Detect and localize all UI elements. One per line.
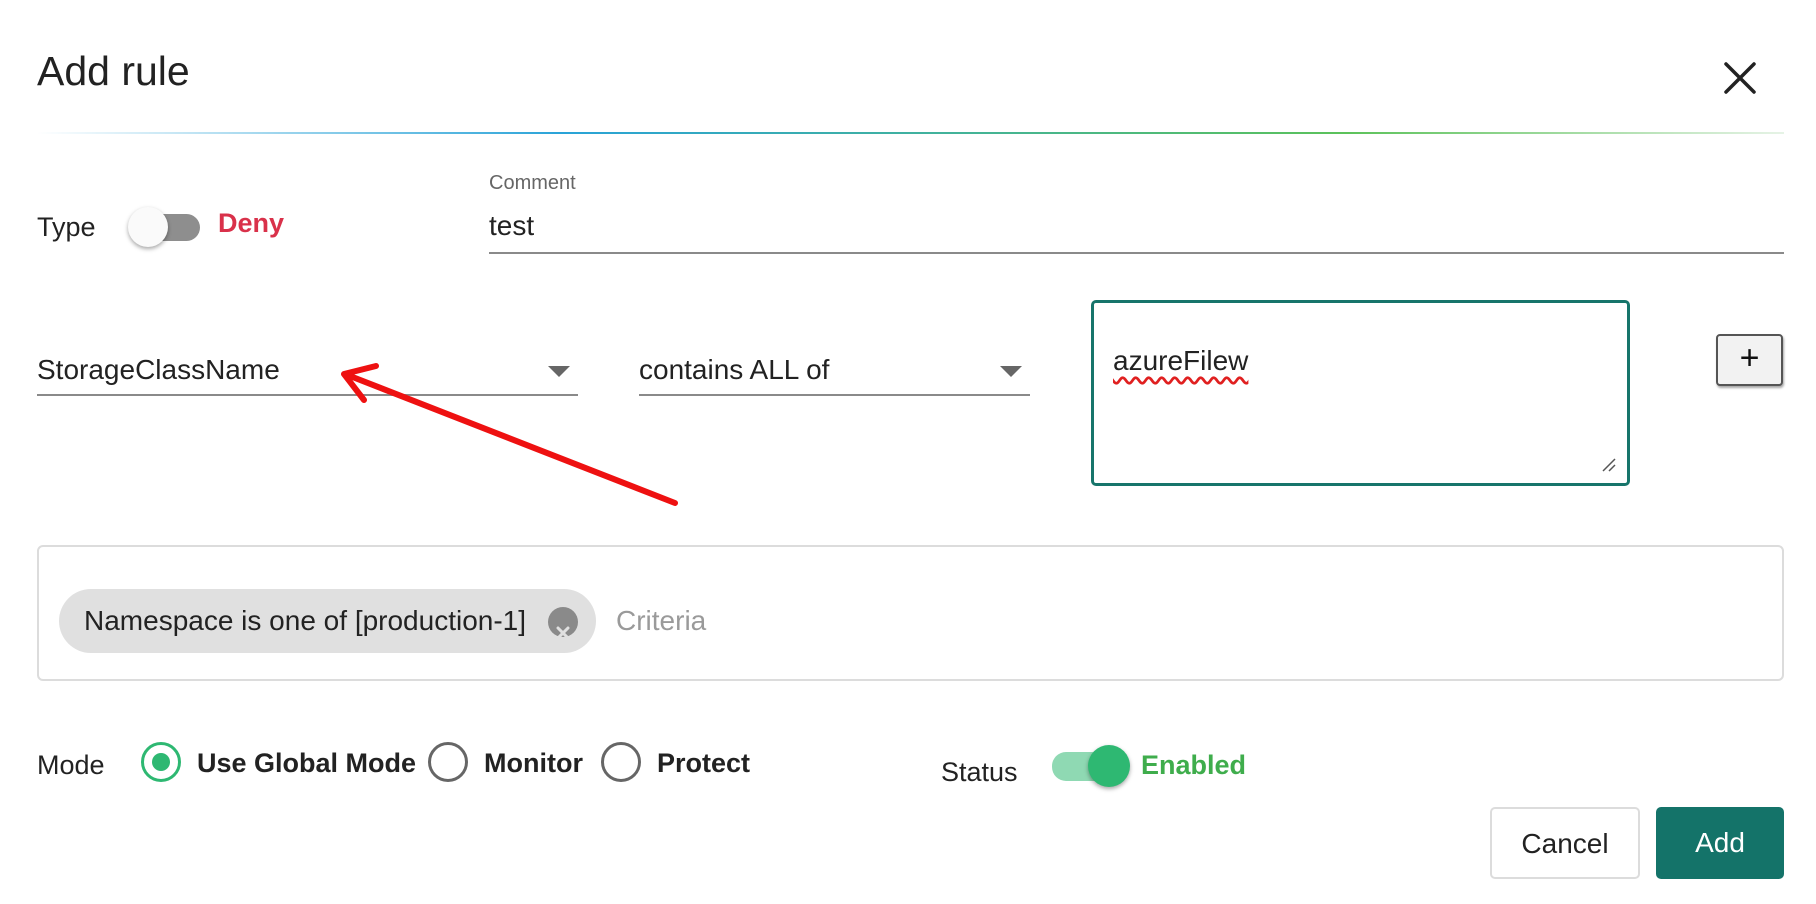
radio-protect[interactable] bbox=[601, 742, 641, 782]
add-rule-dialog: Add rule Type Deny Comment StorageClassN… bbox=[0, 0, 1816, 904]
value-textarea[interactable]: azureFilew bbox=[1091, 300, 1630, 486]
mode-label: Mode bbox=[37, 750, 105, 780]
type-toggle[interactable] bbox=[128, 205, 204, 249]
radio-label-protect[interactable]: Protect bbox=[657, 748, 750, 779]
type-label: Type bbox=[37, 212, 96, 242]
close-icon[interactable] bbox=[1718, 56, 1762, 100]
comment-label: Comment bbox=[489, 172, 576, 194]
criteria-input[interactable] bbox=[614, 595, 1418, 647]
add-criteria-row-button[interactable]: + bbox=[1716, 334, 1783, 386]
radio-selected-dot bbox=[152, 753, 170, 771]
operator-select[interactable]: contains ALL of bbox=[639, 344, 1030, 396]
comment-input[interactable] bbox=[489, 200, 1784, 254]
annotation-arrow bbox=[341, 363, 678, 506]
radio-monitor[interactable] bbox=[428, 742, 468, 782]
criteria-box: Namespace is one of [production-1] bbox=[37, 545, 1784, 681]
header-divider bbox=[37, 132, 1784, 134]
status-toggle-knob bbox=[1088, 745, 1130, 787]
type-value: Deny bbox=[218, 208, 285, 238]
dialog-title: Add rule bbox=[37, 48, 190, 94]
status-value: Enabled bbox=[1141, 750, 1247, 780]
resize-grip-icon[interactable] bbox=[1599, 455, 1617, 473]
cancel-button[interactable]: Cancel bbox=[1490, 807, 1640, 879]
add-button[interactable]: Add bbox=[1656, 807, 1784, 879]
field-select-value: StorageClassName bbox=[37, 354, 280, 385]
criteria-chip: Namespace is one of [production-1] bbox=[59, 589, 597, 653]
radio-label-monitor[interactable]: Monitor bbox=[484, 748, 583, 779]
status-toggle[interactable] bbox=[1052, 743, 1132, 789]
criteria-chip-label: Namespace is one of [production-1] bbox=[84, 605, 527, 636]
radio-use-global-mode[interactable] bbox=[141, 742, 181, 782]
radio-label-use-global-mode[interactable]: Use Global Mode bbox=[197, 748, 416, 779]
chip-remove-icon[interactable] bbox=[548, 607, 579, 640]
type-toggle-knob bbox=[128, 207, 168, 247]
chevron-down-icon bbox=[1000, 366, 1022, 377]
status-label: Status bbox=[941, 757, 1018, 787]
value-textarea-text: azureFilew bbox=[1113, 345, 1249, 376]
